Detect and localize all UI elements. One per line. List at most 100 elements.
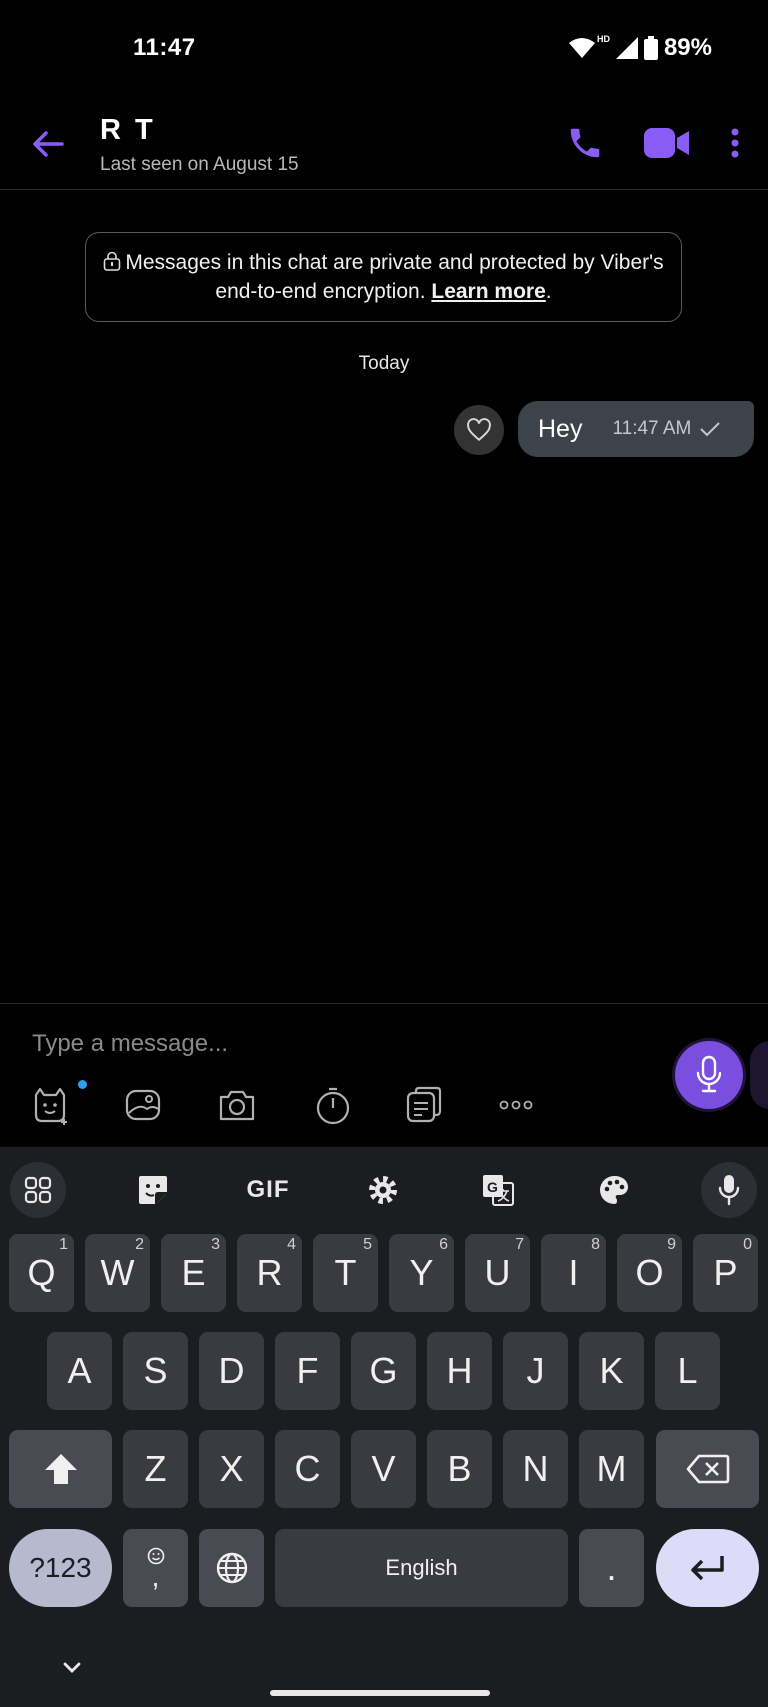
camera-icon[interactable] [217, 1085, 257, 1125]
palette-icon [600, 1175, 629, 1204]
svg-text:G: G [487, 1179, 498, 1195]
hide-keyboard-icon[interactable] [60, 1655, 84, 1679]
key-n[interactable]: N [503, 1430, 568, 1508]
key-j[interactable]: J [503, 1332, 568, 1410]
contact-name[interactable]: R T [100, 114, 156, 147]
keyboard [0, 1147, 768, 1707]
message-input[interactable]: Type a message... [32, 1030, 228, 1058]
more-vert-icon[interactable] [727, 124, 743, 162]
signal-icon [615, 37, 638, 59]
hd-badge: HD [596, 34, 610, 44]
period-key[interactable]: . [579, 1529, 644, 1607]
key-t[interactable]: T5 [313, 1234, 378, 1312]
battery-percent: 89% [663, 34, 712, 61]
message-time: 11:47 AM [612, 418, 692, 439]
gif-label: GIF [246, 1176, 290, 1203]
key-a[interactable]: A [47, 1332, 112, 1410]
key-hint: 6 [439, 1236, 448, 1253]
key-o[interactable]: O9 [617, 1234, 682, 1312]
language-key[interactable] [199, 1529, 264, 1607]
key-hint: 7 [515, 1236, 524, 1253]
symbols-key[interactable]: ?123 [9, 1529, 112, 1607]
key-label: Y [409, 1252, 434, 1293]
next-action-edge [750, 1041, 768, 1109]
key-hint: 3 [211, 1236, 220, 1253]
voice-typing-button[interactable] [701, 1162, 757, 1218]
key-i[interactable]: I8 [541, 1234, 606, 1312]
gif-button[interactable]: GIF [240, 1162, 296, 1218]
key-label: U [484, 1252, 511, 1293]
enter-icon [690, 1556, 724, 1581]
battery-icon [643, 36, 658, 60]
key-hint: 9 [667, 1236, 676, 1253]
shift-key[interactable] [9, 1430, 112, 1508]
key-label: E [181, 1252, 206, 1293]
backspace-icon [686, 1454, 729, 1484]
key-h[interactable]: H [427, 1332, 492, 1410]
translate-button[interactable]: G [470, 1162, 526, 1218]
apps-grid-button[interactable] [10, 1162, 66, 1218]
key-v[interactable]: V [351, 1430, 416, 1508]
notes-icon[interactable] [404, 1085, 444, 1125]
encryption-notice: Messages in this chat are private and pr… [85, 232, 682, 322]
space-key[interactable]: English [275, 1529, 568, 1607]
notice-period: . [545, 280, 552, 303]
key-label: P [713, 1252, 738, 1293]
sticker-icon[interactable] [30, 1085, 70, 1125]
key-label: T [334, 1252, 357, 1293]
message-text: Hey [538, 414, 583, 443]
key-b[interactable]: B [427, 1430, 492, 1508]
key-hint: 4 [287, 1236, 296, 1253]
globe-icon [216, 1552, 247, 1584]
more-horiz-icon[interactable] [496, 1085, 536, 1125]
key-label: O [635, 1252, 664, 1293]
key-c[interactable]: C [275, 1430, 340, 1508]
key-hint: 8 [591, 1236, 600, 1253]
key-y[interactable]: Y6 [389, 1234, 454, 1312]
key-p[interactable]: P0 [693, 1234, 758, 1312]
mic-icon [718, 1175, 740, 1206]
key-m[interactable]: M [579, 1430, 644, 1508]
sticker-icon [139, 1176, 167, 1204]
key-z[interactable]: Z [123, 1430, 188, 1508]
like-button[interactable] [454, 405, 504, 455]
enter-key[interactable] [656, 1529, 759, 1607]
home-indicator[interactable] [270, 1690, 490, 1696]
gallery-icon[interactable] [123, 1085, 163, 1125]
key-g[interactable]: G [351, 1332, 416, 1410]
learn-more-link[interactable]: Learn more [431, 280, 545, 303]
status-icons: HD 89% [568, 34, 712, 62]
key-k[interactable]: K [579, 1332, 644, 1410]
status-time: 11:47 [133, 34, 196, 61]
key-q[interactable]: Q1 [9, 1234, 74, 1312]
mic-icon [696, 1055, 722, 1093]
voice-record-button[interactable] [675, 1041, 743, 1109]
key-u[interactable]: U7 [465, 1234, 530, 1312]
key-d[interactable]: D [199, 1332, 264, 1410]
key-r[interactable]: R4 [237, 1234, 302, 1312]
key-w[interactable]: W2 [85, 1234, 150, 1312]
video-camera-icon[interactable] [644, 126, 690, 160]
key-l[interactable]: L [655, 1332, 720, 1410]
back-arrow-icon[interactable] [28, 124, 68, 164]
key-e[interactable]: E3 [161, 1234, 226, 1312]
notice-text: Messages in this chat are private and pr… [125, 251, 664, 303]
message-bubble[interactable]: Hey 11:47 AM [518, 401, 754, 457]
theme-button[interactable] [586, 1162, 642, 1218]
backspace-key[interactable] [656, 1430, 759, 1508]
lock-icon [104, 251, 121, 271]
emoji-comma-key[interactable]: , [123, 1529, 188, 1607]
timer-icon[interactable] [313, 1085, 353, 1125]
phone-icon[interactable] [566, 124, 604, 162]
key-s[interactable]: S [123, 1332, 188, 1410]
key-label: W [100, 1252, 135, 1293]
key-hint: 1 [59, 1236, 68, 1253]
heart-icon [467, 418, 491, 442]
key-hint: 0 [743, 1236, 752, 1253]
keyboard-sticker-button[interactable] [125, 1162, 181, 1218]
settings-icon [369, 1176, 397, 1204]
key-f[interactable]: F [275, 1332, 340, 1410]
keyboard-settings-button[interactable] [355, 1162, 411, 1218]
key-x[interactable]: X [199, 1430, 264, 1508]
header-divider [0, 189, 768, 190]
